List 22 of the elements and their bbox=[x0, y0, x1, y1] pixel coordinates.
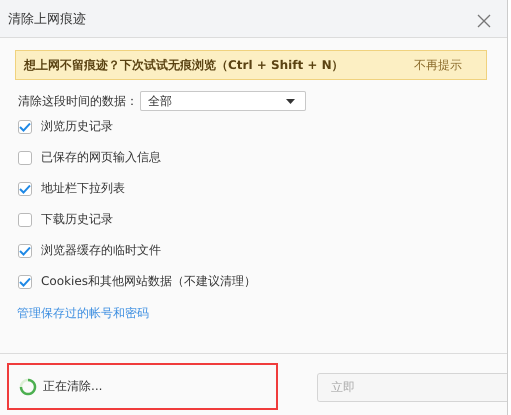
option-label: 浏览历史记录 bbox=[41, 118, 113, 135]
option-label: 下载历史记录 bbox=[41, 211, 113, 228]
option-label: Cookies和其他网站数据（不建议清理） bbox=[41, 273, 256, 290]
option-label: 浏览器缓存的临时文件 bbox=[41, 242, 161, 259]
close-button[interactable] bbox=[475, 12, 493, 30]
dismiss-link[interactable]: 不再提示 bbox=[414, 56, 462, 74]
window-title: 清除上网痕迹 bbox=[8, 10, 86, 28]
status-text: 正在清除... bbox=[43, 378, 102, 395]
checkbox[interactable] bbox=[18, 212, 32, 226]
time-range-dropdown[interactable]: 全部 bbox=[140, 91, 306, 111]
checkbox[interactable] bbox=[18, 244, 32, 258]
checkbox[interactable] bbox=[18, 150, 32, 164]
tip-message: 想上网不留痕迹？下次试试无痕浏览（Ctrl + Shift + N） bbox=[24, 56, 344, 74]
checkbox[interactable] bbox=[18, 182, 32, 196]
option-label: 已保存的网页输入信息 bbox=[41, 149, 161, 166]
time-range-label: 清除这段时间的数据： bbox=[18, 92, 138, 110]
checkbox[interactable] bbox=[18, 274, 32, 288]
option-label: 地址栏下拉列表 bbox=[41, 180, 125, 197]
manage-passwords-link[interactable]: 管理保存过的帐号和密码 bbox=[15, 305, 149, 322]
caret-icon bbox=[286, 98, 295, 104]
spinner-icon bbox=[19, 378, 37, 396]
checkbox[interactable] bbox=[18, 120, 32, 134]
